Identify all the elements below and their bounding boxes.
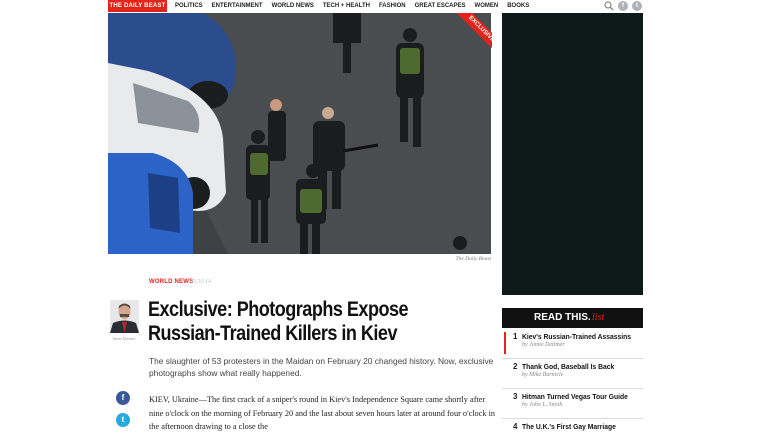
list-item-title[interactable]: Kiev's Russian-Trained Assassins — [522, 332, 631, 341]
header-icons: f t — [604, 1, 642, 11]
nav-item-books[interactable]: BOOKS — [507, 0, 529, 12]
article-body: KIEV, Ukraine—The first crack of a snipe… — [149, 395, 496, 431]
article-headline: Exclusive: Photographs Expose Russian-Tr… — [148, 298, 409, 345]
article-dek: The slaughter of 53 protesters in the Ma… — [149, 356, 494, 378]
list-item-byline: by John L. Smith — [522, 402, 563, 408]
nav-item-fashion[interactable]: FASHION — [379, 0, 406, 12]
read-this-header: READ THIS. list — [502, 308, 643, 328]
nav-item-entertainment[interactable]: ENTERTAINMENT — [212, 0, 263, 12]
search-icon[interactable] — [604, 1, 614, 11]
list-item-title[interactable]: Hitman Turned Vegas Tour Guide — [522, 392, 628, 401]
read-this-suffix: list — [592, 312, 605, 323]
section-nav: POLITICS ENTERTAINMENT WORLD NEWS TECH +… — [175, 0, 529, 12]
list-item-byline: by Jamie Dettmer — [522, 342, 565, 348]
nav-item-tech-health[interactable]: TECH + HEALTH — [323, 0, 370, 12]
list-item[interactable]: 3 Hitman Turned Vegas Tour Guide by John… — [502, 390, 643, 419]
read-this-title: READ THIS. — [534, 312, 591, 323]
nav-item-world-news[interactable]: WORLD NEWS — [272, 0, 314, 12]
hero-photo — [108, 13, 491, 254]
top-nav-bar: THE DAILY BEAST POLITICS ENTERTAINMENT W… — [0, 0, 767, 13]
twitter-share-icon[interactable]: t — [116, 413, 130, 427]
list-item-byline: by Mike Barnicle — [522, 372, 564, 378]
section-label[interactable]: WORLD NEWS — [149, 279, 193, 285]
list-item[interactable]: 1 Kiev's Russian-Trained Assassins by Ja… — [502, 330, 643, 359]
author-name[interactable]: Jamie Dettmer — [104, 336, 144, 341]
photo-credit: The Daily Beast — [455, 256, 491, 262]
list-item[interactable]: 2 Thank God, Baseball Is Back by Mike Ba… — [502, 360, 643, 389]
author-avatar[interactable] — [110, 300, 139, 333]
exclusive-ribbon: EXCLUSIVE — [452, 13, 492, 53]
publish-date: 03.30.14 — [190, 279, 211, 285]
list-item-title[interactable]: The U.K.'s First Gay Marriage — [522, 422, 616, 431]
site-logo[interactable]: THE DAILY BEAST — [108, 0, 167, 12]
list-item-title[interactable]: Thank God, Baseball Is Back — [522, 362, 614, 371]
nav-item-women[interactable]: WOMEN — [475, 0, 499, 12]
nav-item-politics[interactable]: POLITICS — [175, 0, 203, 12]
facebook-icon[interactable]: f — [618, 1, 628, 11]
advertisement[interactable] — [502, 13, 643, 295]
nav-item-great-escapes[interactable]: GREAT ESCAPES — [415, 0, 466, 12]
list-item[interactable]: 4 The U.K.'s First Gay Marriage — [502, 420, 643, 432]
twitter-icon[interactable]: t — [632, 1, 642, 11]
active-marker — [504, 332, 506, 354]
facebook-share-icon[interactable]: f — [116, 391, 130, 405]
